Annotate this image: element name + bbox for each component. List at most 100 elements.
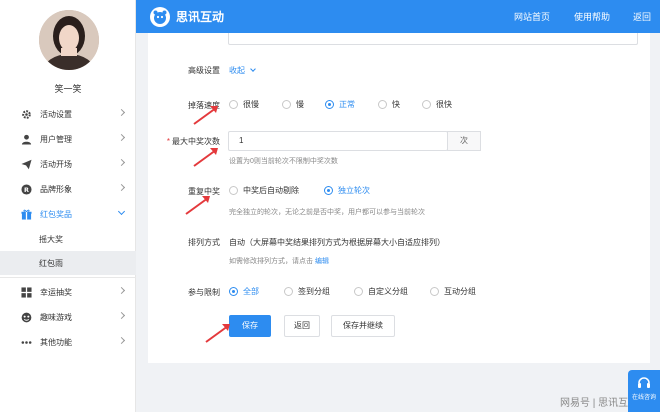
avatar[interactable]: [39, 10, 99, 70]
radio-label: 全部: [243, 287, 259, 296]
watermark: 网易号 | 思讯互动: [560, 398, 639, 409]
sort-edit-link[interactable]: 编辑: [315, 258, 329, 265]
max-wins-unit: 次: [447, 131, 481, 151]
sidebar-item-activity-settings[interactable]: 活动设置: [0, 102, 136, 127]
send-icon: [20, 159, 32, 171]
sidebar-item-activity-start[interactable]: 活动开场: [0, 152, 136, 177]
chevron-right-icon: [117, 158, 126, 167]
more-icon: [20, 337, 32, 349]
speed-option-fast[interactable]: 快: [378, 99, 400, 110]
speed-option-normal[interactable]: 正常: [325, 99, 355, 110]
max-wins-label-text: 最大中奖次数: [172, 137, 220, 146]
sort-mode-value: 自动（大屏幕中奖结果排列方式为根据屏幕大小自适应排列）: [229, 238, 445, 247]
submenu-item-red-packet-rain[interactable]: 红包雨: [0, 251, 136, 275]
sidebar-item-other-functions[interactable]: 其他功能: [0, 330, 136, 355]
speed-option-very-slow[interactable]: 很慢: [229, 99, 259, 110]
online-consult-button[interactable]: 在线咨询: [628, 370, 660, 412]
top-nav: 网站首页 使用帮助 返回: [136, 0, 660, 33]
sidebar-item-label: 活动开场: [40, 160, 72, 169]
online-consult-label: 在线咨询: [631, 395, 656, 401]
grid-icon: [20, 287, 32, 299]
sidebar-item-lucky-draw[interactable]: 幸运抽奖: [0, 280, 136, 305]
collapse-toggle[interactable]: 收起: [229, 65, 257, 76]
game-icon: [20, 312, 32, 324]
radio-label: 正常: [339, 100, 355, 109]
sidebar-item-label: 幸运抽奖: [40, 288, 72, 297]
radio-icon: [284, 287, 293, 296]
annotation-arrow-repeat: [185, 196, 210, 215]
annotation-arrow-save: [205, 324, 230, 343]
annotation-arrow-max-wins: [193, 148, 218, 167]
sidebar-item-label: 用户管理: [40, 135, 72, 144]
radio-icon: [422, 100, 431, 109]
sort-mode-hint-text: 如需修改排列方式，请点击: [229, 258, 313, 265]
radio-icon: [229, 186, 238, 195]
sidebar-item-fun-games[interactable]: 趣味游戏: [0, 305, 136, 330]
repeat-option-independent[interactable]: 独立轮次: [324, 185, 370, 196]
annotation-arrow-speed: [193, 106, 218, 125]
radio-icon: [282, 100, 291, 109]
speed-option-slow[interactable]: 慢: [282, 99, 304, 110]
radio-icon: [378, 100, 387, 109]
radio-icon: [229, 100, 238, 109]
top-bar: 思讯互动 网站首页 使用帮助 返回: [136, 0, 660, 33]
participate-option-custom-group[interactable]: 自定义分组: [354, 286, 408, 297]
chevron-right-icon: [117, 336, 126, 345]
avatar-image: [39, 10, 99, 70]
participate-option-all[interactable]: 全部: [229, 286, 259, 297]
radio-label: 快: [392, 100, 400, 109]
repeat-option-auto-remove[interactable]: 中奖后自动剔除: [229, 185, 299, 196]
save-button[interactable]: 保存: [229, 315, 271, 337]
participate-option-checkin-group[interactable]: 签到分组: [284, 286, 330, 297]
radio-icon: [325, 100, 334, 109]
participate-option-interactive-group[interactable]: 互动分组: [430, 286, 476, 297]
submenu-item-label: 红包雨: [39, 258, 63, 268]
username: 笑一笑: [54, 84, 82, 94]
chevron-right-icon: [117, 108, 126, 117]
chevron-right-icon: [117, 183, 126, 192]
nav-link-help[interactable]: 使用帮助: [574, 10, 610, 23]
sidebar-item-label: 品牌形象: [40, 185, 72, 194]
radio-label: 很慢: [243, 100, 259, 109]
max-wins-input[interactable]: 1: [228, 131, 448, 151]
previous-field-edge: [228, 33, 638, 45]
required-marker: *: [166, 137, 170, 146]
gift-icon: [20, 209, 32, 221]
chevron-right-icon: [117, 133, 126, 142]
sidebar-divider: [0, 277, 136, 278]
chevron-up-icon: [250, 66, 257, 72]
back-button[interactable]: 返回: [284, 315, 320, 337]
nav-link-home[interactable]: 网站首页: [514, 10, 550, 23]
settings-card: 高级设置 收起 掉落速度 很慢 慢 正常 快 很快 * 最大中奖次数 1 次 设置…: [148, 33, 650, 363]
submenu-item-big-prize[interactable]: 摇大奖: [0, 227, 136, 251]
collapse-toggle-label: 收起: [229, 66, 245, 75]
radio-label: 自定义分组: [368, 287, 408, 296]
nav-link-back[interactable]: 返回: [633, 10, 651, 23]
sidebar-item-label: 活动设置: [40, 110, 72, 119]
chevron-right-icon: [117, 311, 126, 320]
radio-icon: [324, 186, 333, 195]
sidebar-item-brand-image[interactable]: R 品牌形象: [0, 177, 136, 202]
sidebar-item-label: 红包奖品: [40, 210, 72, 219]
save-and-continue-button[interactable]: 保存并继续: [331, 315, 395, 337]
registered-icon: R: [20, 184, 32, 196]
sort-mode-label: 排列方式: [188, 238, 220, 247]
radio-label: 很快: [436, 100, 452, 109]
chevron-right-icon: [117, 286, 126, 295]
radio-label: 互动分组: [444, 287, 476, 296]
radio-icon: [229, 287, 238, 296]
sidebar-item-user-management[interactable]: 用户管理: [0, 127, 136, 152]
participation-label: 参与限制: [188, 288, 220, 297]
sidebar-item-red-packet-prizes[interactable]: 红包奖品: [0, 202, 136, 227]
sidebar-item-label: 趣味游戏: [40, 313, 72, 322]
submenu-item-label: 摇大奖: [39, 234, 63, 244]
speed-option-very-fast[interactable]: 很快: [422, 99, 452, 110]
advanced-settings-label: 高级设置: [188, 66, 220, 75]
radio-label: 签到分组: [298, 287, 330, 296]
chevron-down-icon: [117, 207, 126, 216]
svg-text:R: R: [24, 186, 29, 194]
gear-icon: [20, 109, 32, 121]
radio-label: 慢: [296, 100, 304, 109]
user-icon: [20, 134, 32, 146]
max-wins-hint: 设置为0则当前轮次不限制中奖次数: [229, 158, 338, 165]
